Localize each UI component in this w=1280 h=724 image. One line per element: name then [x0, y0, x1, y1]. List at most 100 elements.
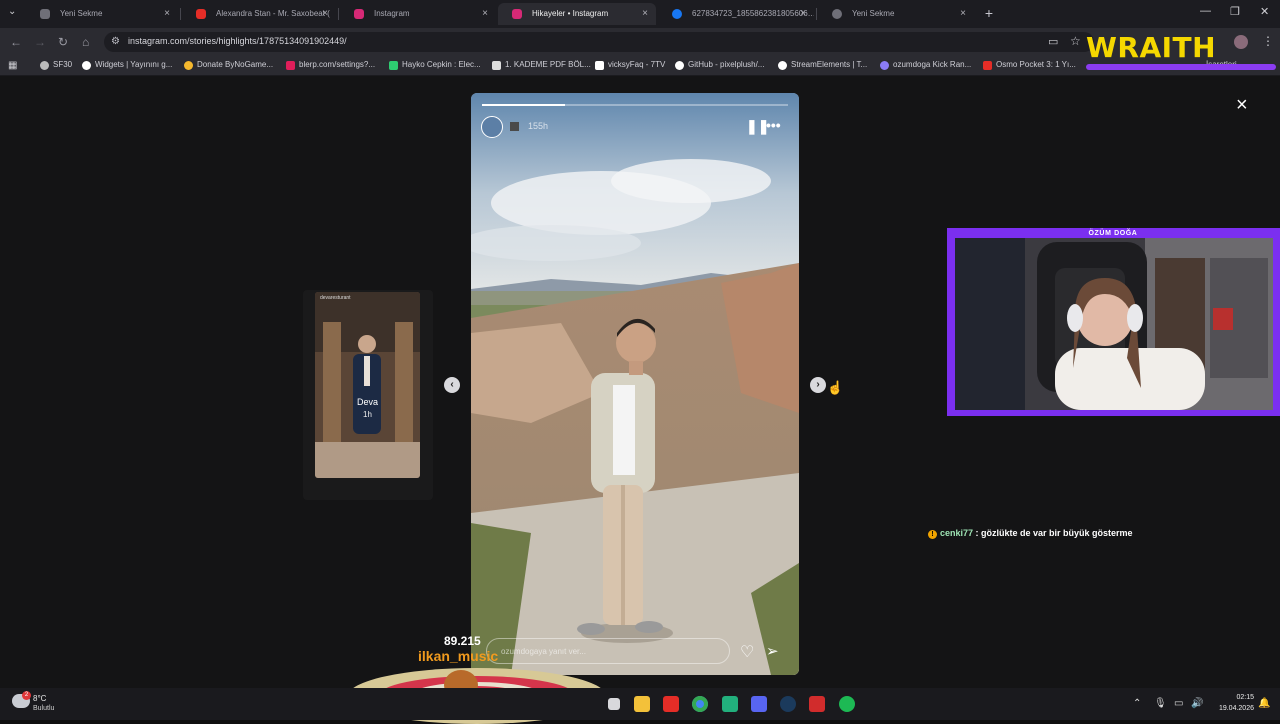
- bookmark-item[interactable]: SF30: [40, 60, 72, 70]
- bookmark-icon: [778, 61, 787, 70]
- discord-icon[interactable]: [751, 696, 767, 712]
- close-tab-icon[interactable]: ×: [322, 3, 328, 25]
- bookmark-item[interactable]: Donate ByNoGame...: [184, 60, 273, 70]
- previous-story-button[interactable]: ‹: [444, 377, 460, 393]
- home-icon[interactable]: ⌂: [82, 35, 89, 49]
- notification-bell-icon[interactable]: 🔔: [1258, 698, 1270, 709]
- minimize-icon[interactable]: —: [1200, 5, 1211, 17]
- chat-text: : gözlükte de var bir büyük gösterme: [973, 528, 1133, 538]
- reload-icon[interactable]: ↻: [58, 35, 68, 49]
- webcam-image: [955, 238, 1273, 410]
- bookmark-icon: [389, 61, 398, 70]
- tray-chevron-icon[interactable]: ⌃: [1133, 698, 1141, 709]
- bookmark-icon: [880, 61, 889, 70]
- bookmark-item[interactable]: StreamElements | T...: [778, 60, 867, 70]
- youtube-icon: [983, 61, 992, 70]
- webcam-title: ÖZÜM DOĞA: [1088, 230, 1138, 237]
- tab-label: Yeni Sekme: [60, 9, 103, 18]
- wraith-underline: [1086, 64, 1276, 70]
- heart-icon[interactable]: ♡: [740, 642, 754, 662]
- bookmark-icon: [40, 61, 49, 70]
- chat-username: cenki77: [940, 528, 974, 538]
- github-icon: [675, 61, 684, 70]
- bookmark-item[interactable]: blerp.com/settings?...: [286, 60, 375, 70]
- story-photo: [471, 93, 799, 675]
- profile-avatar[interactable]: [1234, 35, 1248, 49]
- obs-app-icon[interactable]: [809, 696, 825, 712]
- app-icon[interactable]: [722, 696, 738, 712]
- new-tab-button[interactable]: +: [980, 4, 998, 22]
- webcam-feed: [955, 238, 1273, 410]
- steam-icon[interactable]: [780, 696, 796, 712]
- youtube-icon: [196, 9, 206, 19]
- network-icon[interactable]: ▭: [1174, 698, 1183, 709]
- story-media[interactable]: [471, 93, 799, 675]
- story-progress-fill: [482, 104, 565, 106]
- facebook-icon: [672, 9, 682, 19]
- more-options-icon[interactable]: •••: [766, 117, 781, 133]
- chat-badge-icon: !: [928, 530, 937, 539]
- address-bar[interactable]: ⚙ instagram.com/stories/highlights/17875…: [104, 32, 1094, 52]
- close-tab-icon[interactable]: ×: [482, 3, 488, 25]
- next-story-button[interactable]: ›: [810, 377, 826, 393]
- instagram-icon: [354, 9, 364, 19]
- weather-description: Bulutlu: [33, 705, 55, 712]
- chrome-icon: [40, 9, 50, 19]
- tab-5[interactable]: 627834723_1855862381805606… ×: [658, 3, 814, 25]
- bookmark-item[interactable]: Osmo Pocket 3: 1 Yı...: [983, 60, 1076, 70]
- tab-label: Alexandra Stan - Mr. Saxobeat (: [216, 9, 330, 18]
- tab-label: Yeni Sekme: [852, 9, 895, 18]
- send-icon[interactable]: ➢: [766, 642, 779, 660]
- close-window-icon[interactable]: ✕: [1260, 5, 1269, 18]
- forward-icon[interactable]: →: [34, 35, 46, 49]
- weather-temperature: 8°C: [33, 694, 47, 703]
- bookmark-star-icon[interactable]: ☆: [1070, 34, 1081, 48]
- cast-icon[interactable]: ▭: [1048, 35, 1058, 48]
- reply-input[interactable]: ozumdogaya yanıt ver...: [486, 638, 730, 664]
- tab-strip: ⌄ Yeni Sekme × Alexandra Stan - Mr. Saxo…: [0, 0, 1280, 28]
- tab-1[interactable]: Yeni Sekme ×: [26, 3, 178, 25]
- bookmark-item[interactable]: Hayko Cepkin : Elec...: [389, 60, 481, 70]
- spotify-icon[interactable]: [839, 696, 855, 712]
- site-info-icon[interactable]: ⚙: [111, 36, 120, 47]
- close-tab-icon[interactable]: ×: [164, 3, 170, 25]
- bookmark-item[interactable]: 1. KADEME PDF BÖL...: [492, 60, 591, 70]
- clock-time[interactable]: 02:15: [1228, 694, 1254, 701]
- chrome-icon[interactable]: [692, 696, 708, 712]
- tab-4[interactable]: Hikayeler • Instagram ×: [498, 3, 656, 25]
- menu-icon[interactable]: ⋮: [1262, 34, 1274, 48]
- task-view-icon[interactable]: [608, 698, 620, 710]
- bookmark-icon: [492, 61, 501, 70]
- wraith-logo: WRAITH: [1086, 31, 1217, 64]
- bookmark-item[interactable]: GitHub - pixelplush/...: [675, 60, 764, 70]
- volume-icon[interactable]: 🔊: [1191, 698, 1203, 709]
- bookmark-item[interactable]: Widgets | Yayınını g...: [82, 60, 172, 70]
- tab-2[interactable]: Alexandra Stan - Mr. Saxobeat ( ×: [182, 3, 336, 25]
- alert-username: ilkan_music: [418, 648, 499, 664]
- tab-label: Hikayeler • Instagram: [532, 9, 609, 18]
- previous-story-username: devaresturant: [320, 295, 351, 301]
- tab-6[interactable]: Yeni Sekme ×: [818, 3, 974, 25]
- close-tab-icon[interactable]: ×: [642, 3, 648, 25]
- close-viewer-button[interactable]: ×: [1236, 94, 1248, 117]
- bookmark-icon: [82, 61, 91, 70]
- youtube-icon[interactable]: [663, 696, 679, 712]
- clock-date[interactable]: 19.04.2026: [1212, 705, 1254, 712]
- chrome-icon: [832, 9, 842, 19]
- bookmark-icon: [286, 61, 295, 70]
- back-icon[interactable]: ←: [10, 35, 22, 49]
- tab-3[interactable]: Instagram ×: [340, 3, 496, 25]
- bookmark-item[interactable]: vicksyFaq - 7TV: [595, 60, 665, 70]
- bookmark-item[interactable]: ozumdoga Kick Ran...: [880, 60, 971, 70]
- weather-badge: 2: [22, 691, 31, 700]
- bookmark-icon: [595, 61, 604, 70]
- story-avatar[interactable]: [481, 116, 503, 138]
- tab-search-icon[interactable]: ⌄: [8, 6, 16, 17]
- close-tab-icon[interactable]: ×: [800, 3, 806, 25]
- restore-icon[interactable]: ❐: [1230, 5, 1240, 18]
- file-explorer-icon[interactable]: [634, 696, 650, 712]
- apps-grid-icon[interactable]: ▦: [8, 60, 17, 71]
- previous-story-thumbnail[interactable]: [315, 292, 420, 478]
- close-tab-icon[interactable]: ×: [960, 3, 966, 25]
- microphone-icon[interactable]: 🎙: [1154, 698, 1167, 709]
